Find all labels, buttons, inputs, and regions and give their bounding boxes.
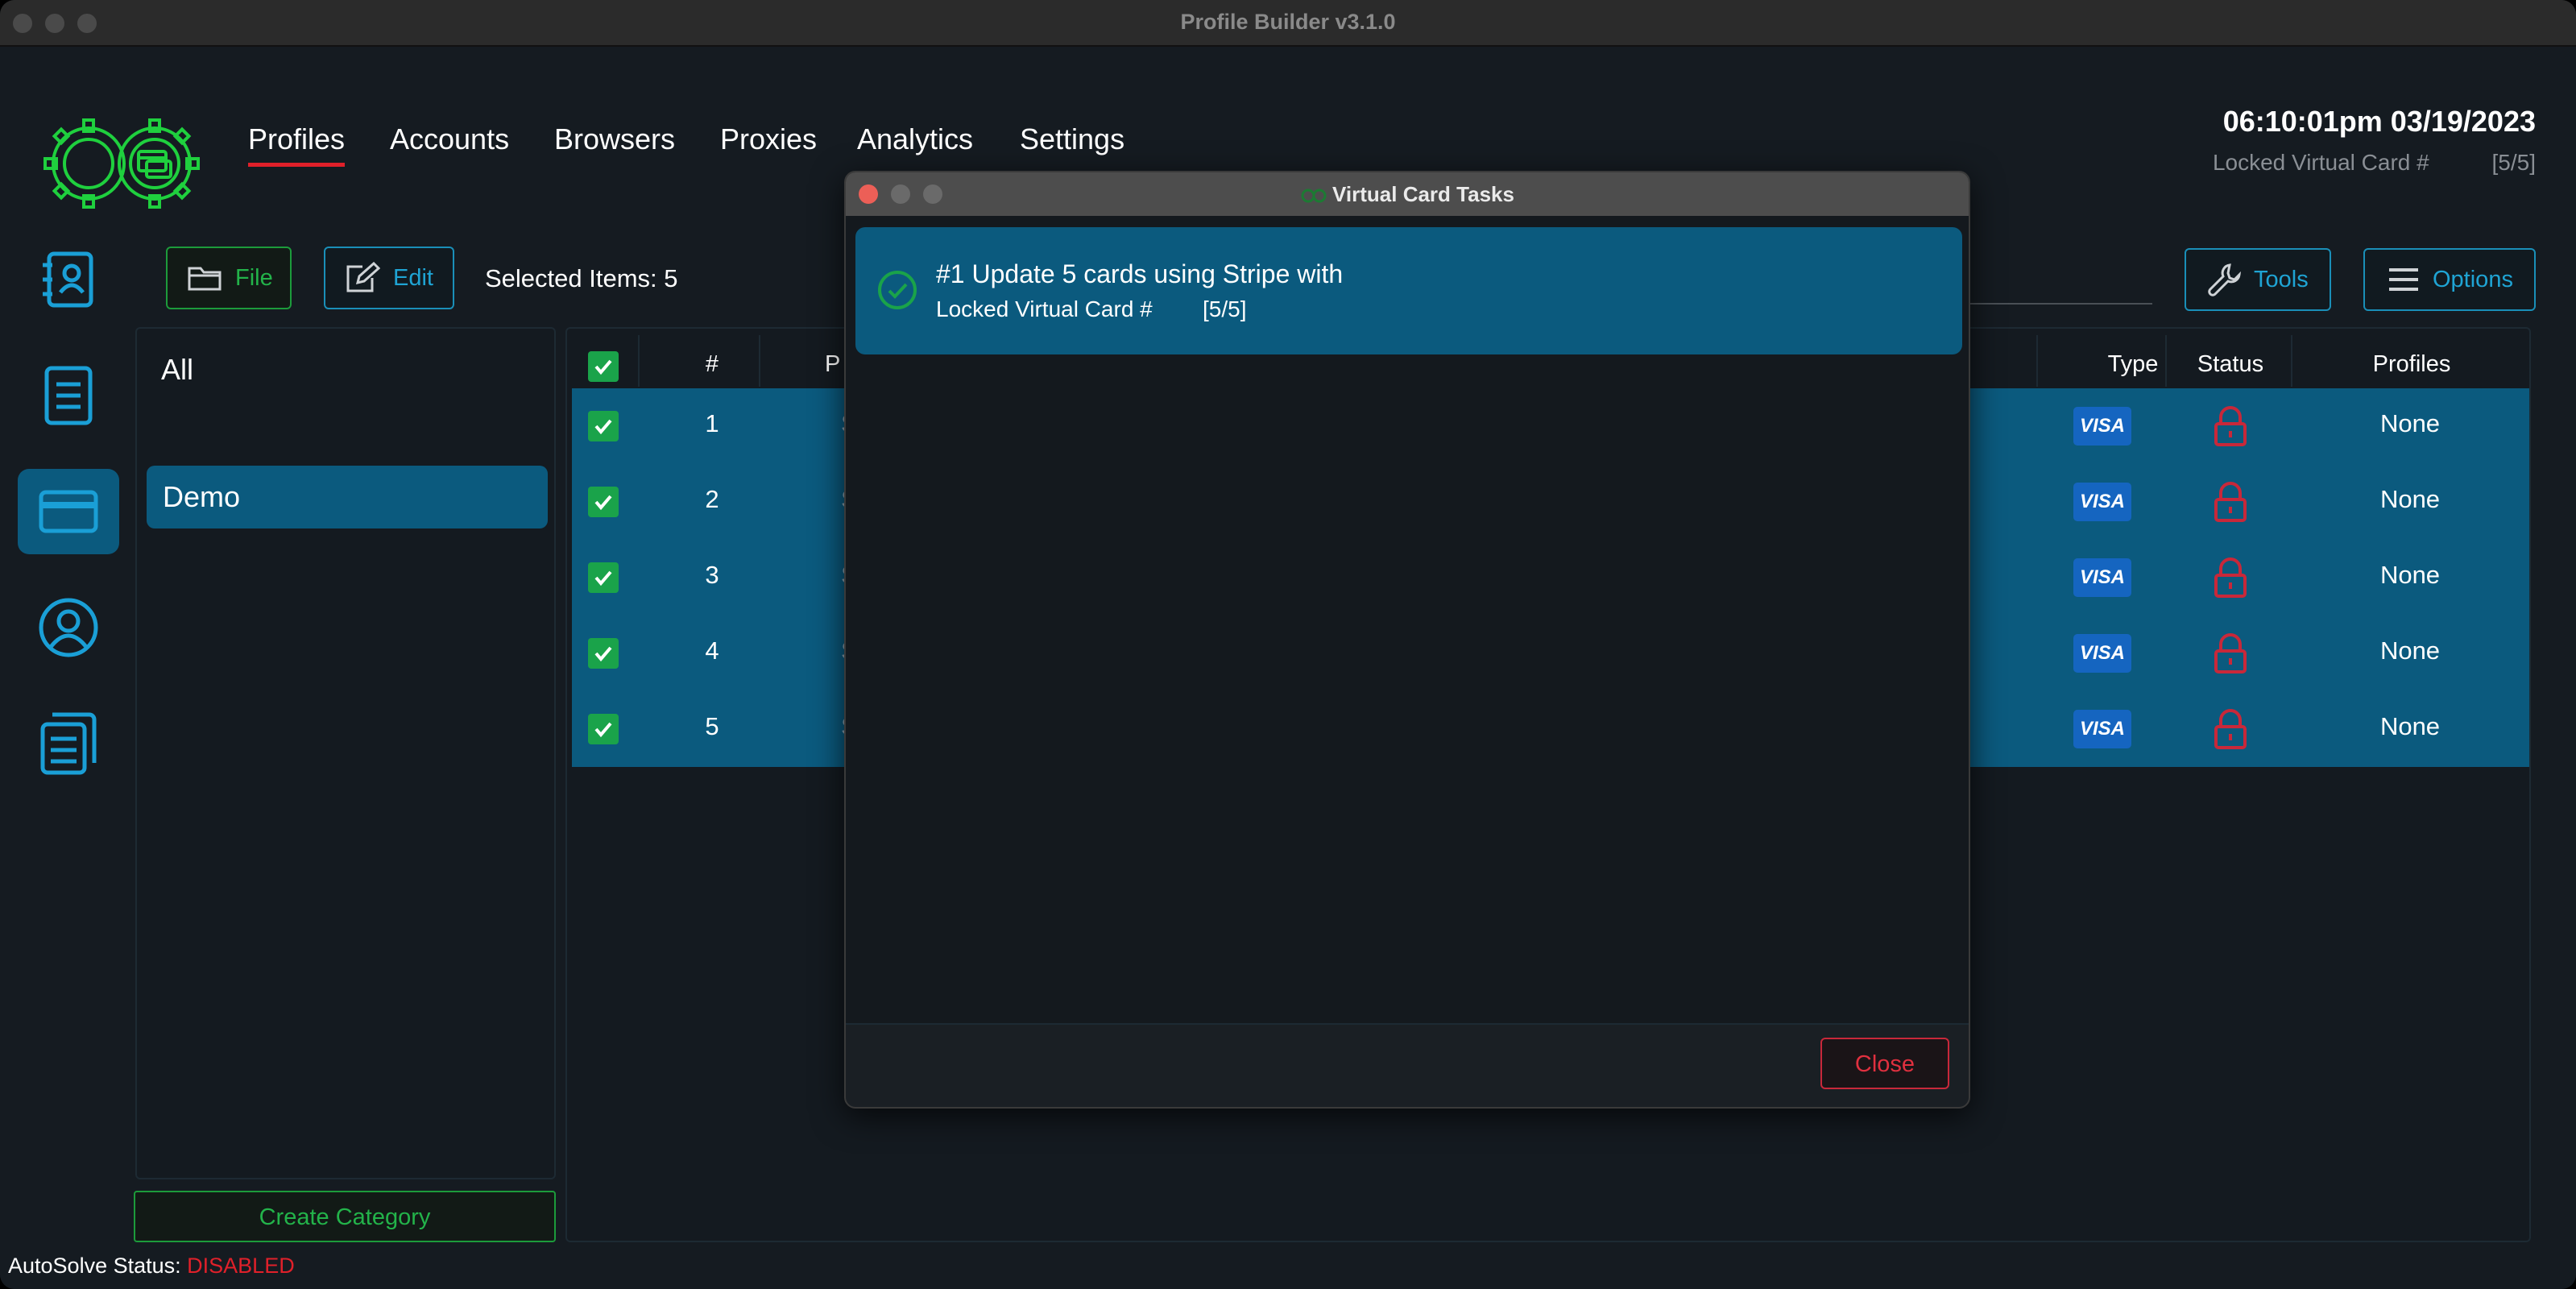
- checkmark-icon: [594, 722, 612, 738]
- locked-card-label: Locked Virtual Card #: [2212, 150, 2429, 175]
- task-subtitle: Locked Virtual Card # [5/5]: [936, 296, 1246, 322]
- credit-card-icon: [39, 490, 98, 533]
- options-button-label: Options: [2433, 266, 2513, 292]
- edit-button-label: Edit: [393, 264, 433, 291]
- category-all[interactable]: All: [161, 353, 193, 387]
- autosolve-label: AutoSolve Status:: [8, 1254, 181, 1278]
- checkmark-icon: [594, 359, 612, 375]
- folder-icon: [188, 267, 222, 291]
- nav-profiles[interactable]: Profiles: [248, 122, 346, 167]
- column-header-number[interactable]: #: [688, 351, 736, 378]
- column-header-status[interactable]: Status: [2178, 351, 2283, 378]
- edit-button[interactable]: Edit: [324, 247, 454, 309]
- user-circle-icon: [39, 598, 98, 657]
- visa-card-icon: VISA: [2073, 407, 2131, 446]
- nav-proxies[interactable]: Proxies: [720, 122, 817, 156]
- sidebar-contacts[interactable]: [18, 237, 119, 322]
- nav-analytics[interactable]: Analytics: [857, 122, 973, 156]
- checkmark-icon: [594, 570, 612, 586]
- locked-card-counter: Locked Virtual Card # [5/5]: [2213, 150, 2536, 176]
- app-logo-icon: [1301, 189, 1327, 203]
- close-button[interactable]: Close: [1820, 1038, 1949, 1089]
- autosolve-value: DISABLED: [187, 1254, 295, 1278]
- tools-button[interactable]: Tools: [2185, 248, 2331, 311]
- nav-accounts[interactable]: Accounts: [390, 122, 509, 156]
- row-profiles: None: [2379, 636, 2441, 665]
- task-item[interactable]: #1 Update 5 cards using Stripe with Lock…: [855, 227, 1962, 354]
- selected-items-count: Selected Items: 5: [485, 264, 678, 292]
- column-header-profiles[interactable]: Profiles: [2347, 351, 2476, 378]
- visa-card-icon: VISA: [2073, 634, 2131, 673]
- row-profiles: None: [2379, 712, 2441, 740]
- checkmark-icon: [594, 646, 612, 662]
- hamburger-menu-icon: [2389, 268, 2418, 291]
- nav-browsers[interactable]: Browsers: [554, 122, 675, 156]
- row-number: 2: [705, 485, 719, 513]
- task-sub-label: Locked Virtual Card #: [936, 296, 1153, 321]
- row-checkbox[interactable]: [588, 411, 619, 441]
- create-category-button[interactable]: Create Category: [134, 1191, 556, 1242]
- lock-icon[interactable]: [2212, 556, 2249, 599]
- visa-card-icon: VISA: [2073, 558, 2131, 597]
- row-checkbox[interactable]: [588, 714, 619, 744]
- task-list: #1 Update 5 cards using Stripe with Lock…: [846, 216, 1969, 1025]
- row-number: 5: [705, 712, 719, 740]
- visa-card-icon: VISA: [2073, 483, 2131, 521]
- wrench-icon: [2208, 263, 2241, 296]
- check-circle-icon: [878, 271, 917, 309]
- task-sub-count: [5/5]: [1202, 296, 1247, 321]
- category-panel: All Demo: [135, 327, 556, 1179]
- lock-icon[interactable]: [2212, 632, 2249, 675]
- lock-icon[interactable]: [2212, 480, 2249, 524]
- sidebar-users[interactable]: [18, 585, 119, 670]
- locked-card-count: [5/5]: [2491, 150, 2536, 175]
- search-input-underline[interactable]: [1957, 303, 2152, 305]
- row-profiles: None: [2379, 409, 2441, 437]
- sidebar-copies[interactable]: [18, 701, 119, 786]
- options-button[interactable]: Options: [2363, 248, 2536, 311]
- row-number: 3: [705, 561, 719, 589]
- app-window: Profile Builder v3.1.0 Profiles Accounts…: [0, 0, 2576, 1289]
- select-all-checkbox[interactable]: [588, 351, 619, 382]
- checkmark-icon: [594, 495, 612, 511]
- sidebar-documents[interactable]: [18, 353, 119, 438]
- nav-settings[interactable]: Settings: [1020, 122, 1124, 156]
- visa-card-icon: VISA: [2073, 710, 2131, 748]
- row-number: 1: [705, 409, 719, 437]
- column-header-p[interactable]: P: [825, 351, 840, 378]
- lock-icon[interactable]: [2212, 404, 2249, 448]
- edit-icon: [346, 262, 380, 292]
- copy-documents-icon: [40, 712, 97, 775]
- row-number: 4: [705, 636, 719, 665]
- title-bar: Profile Builder v3.1.0: [0, 0, 2576, 47]
- autosolve-status: AutoSolve Status: DISABLED: [8, 1254, 295, 1279]
- file-button-label: File: [235, 264, 273, 291]
- dialog-title: Virtual Card Tasks: [846, 182, 1969, 207]
- tools-button-label: Tools: [2254, 266, 2309, 292]
- datetime-display: 06:10:01pm 03/19/2023: [2222, 105, 2536, 138]
- row-profiles: None: [2379, 561, 2441, 589]
- lock-icon[interactable]: [2212, 707, 2249, 751]
- contacts-book-icon: [43, 251, 93, 308]
- document-icon: [44, 366, 93, 425]
- row-profiles: None: [2379, 485, 2441, 513]
- row-checkbox[interactable]: [588, 638, 619, 669]
- row-checkbox[interactable]: [588, 487, 619, 517]
- virtual-card-tasks-dialog: Virtual Card Tasks #1 Update 5 cards usi…: [844, 171, 1970, 1109]
- checkmark-icon: [594, 419, 612, 435]
- window-title: Profile Builder v3.1.0: [1180, 10, 1396, 34]
- category-item-demo[interactable]: Demo: [147, 466, 548, 528]
- row-checkbox[interactable]: [588, 562, 619, 593]
- sidebar-cards[interactable]: [18, 469, 119, 554]
- dialog-title-bar: Virtual Card Tasks: [846, 172, 1969, 216]
- task-title: #1 Update 5 cards using Stripe with: [936, 259, 1344, 288]
- app-logo: [43, 118, 200, 209]
- dialog-title-text: Virtual Card Tasks: [1332, 182, 1514, 206]
- file-button[interactable]: File: [166, 247, 292, 309]
